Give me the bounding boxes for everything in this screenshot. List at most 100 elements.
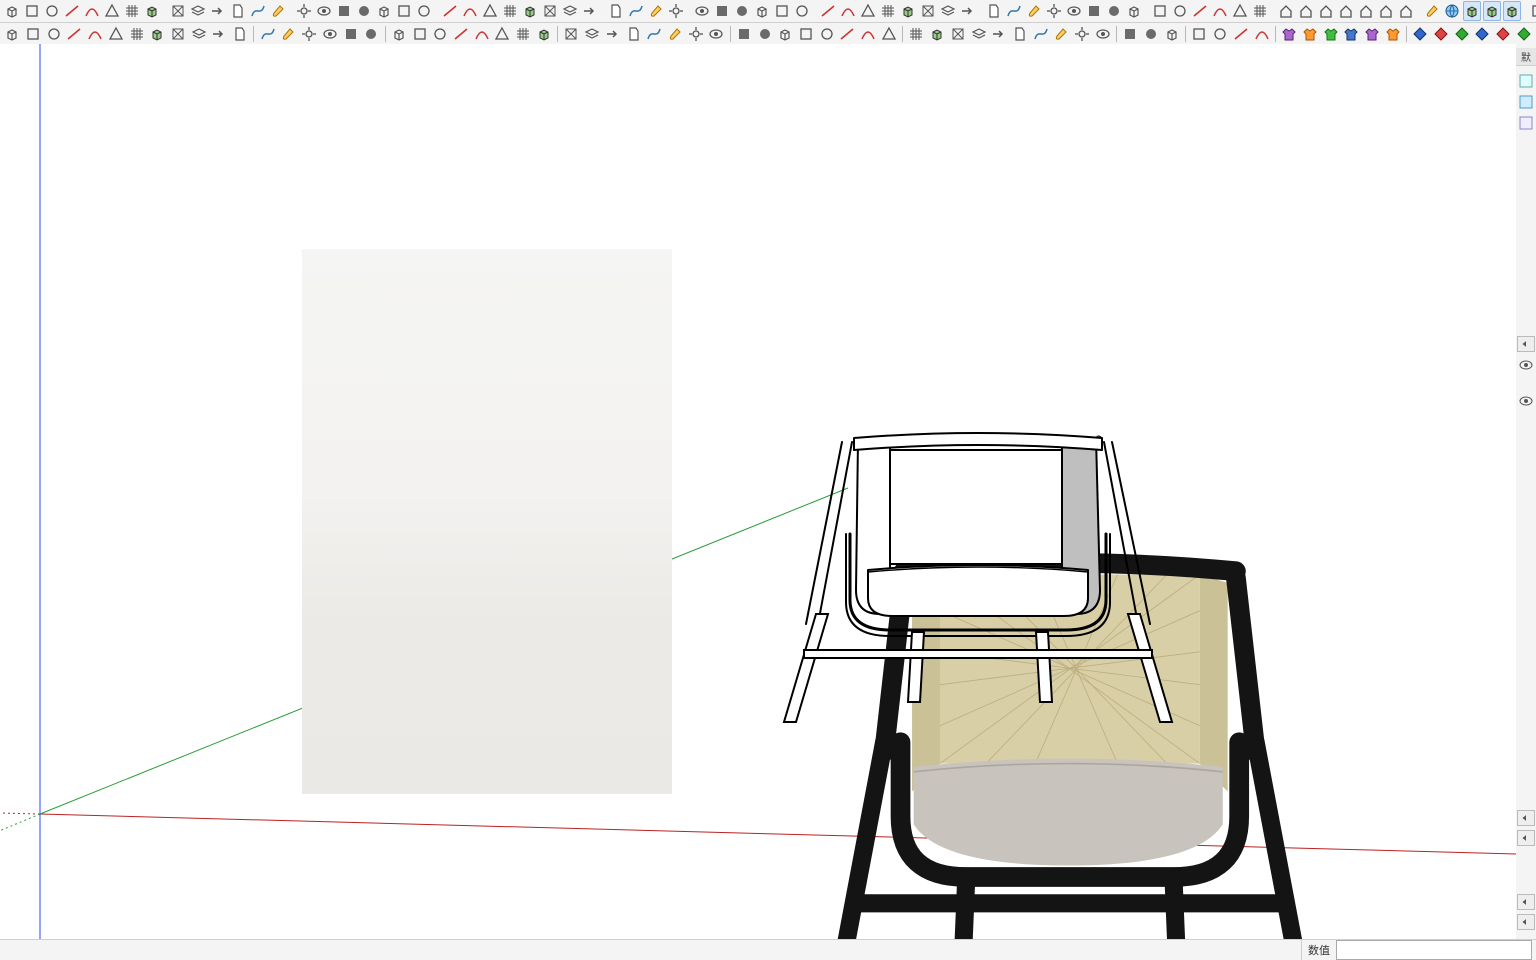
cloth-b1[interactable] — [1280, 24, 1299, 44]
line-b3[interactable] — [300, 24, 319, 44]
misc-a3[interactable] — [43, 1, 61, 21]
misc-a4[interactable] — [63, 1, 81, 21]
sect-b3[interactable] — [949, 24, 968, 44]
group-a8[interactable] — [959, 1, 977, 21]
cloth-b6[interactable] — [1383, 24, 1402, 44]
comp-a3[interactable] — [733, 1, 751, 21]
comp-a2[interactable] — [713, 1, 731, 21]
paint-a4[interactable] — [1045, 1, 1063, 21]
sect-b6[interactable] — [1011, 24, 1030, 44]
cloth-b5[interactable] — [1363, 24, 1382, 44]
layer-a3[interactable] — [1191, 1, 1209, 21]
array-a1[interactable] — [441, 1, 459, 21]
solid-a1[interactable] — [295, 1, 313, 21]
array-a7[interactable] — [561, 1, 579, 21]
layer-a5[interactable] — [1231, 1, 1249, 21]
mat-b2[interactable] — [755, 24, 774, 44]
copy-b3[interactable] — [603, 24, 622, 44]
geo-b1[interactable] — [1190, 24, 1209, 44]
tray-eye-1[interactable] — [1517, 356, 1535, 374]
cloth-b3[interactable] — [1321, 24, 1340, 44]
array-a4[interactable] — [501, 1, 519, 21]
measurement-input[interactable] — [1336, 940, 1532, 960]
view-b6[interactable] — [107, 24, 126, 44]
paint-a3[interactable] — [1025, 1, 1043, 21]
grid-a2[interactable] — [189, 1, 207, 21]
group-a2[interactable] — [839, 1, 857, 21]
style-b2[interactable] — [1142, 24, 1161, 44]
comp-a4[interactable] — [753, 1, 771, 21]
geo-b4[interactable] — [1252, 24, 1271, 44]
diamond-b6[interactable] — [1515, 24, 1534, 44]
push-b4[interactable] — [452, 24, 471, 44]
copy-b4[interactable] — [624, 24, 643, 44]
view-b12[interactable] — [231, 24, 250, 44]
layer-a2[interactable] — [1171, 1, 1189, 21]
render-a5[interactable] — [1503, 1, 1521, 21]
cloth-b4[interactable] — [1342, 24, 1361, 44]
paint-a1[interactable] — [985, 1, 1003, 21]
mirror[interactable] — [607, 1, 625, 21]
line-b1[interactable] — [258, 24, 277, 44]
push-b3[interactable] — [431, 24, 450, 44]
misc-a5[interactable] — [83, 1, 101, 21]
solid-a7[interactable] — [415, 1, 433, 21]
sect-b10[interactable] — [1093, 24, 1112, 44]
viewport[interactable] — [0, 44, 1516, 940]
push-b6[interactable] — [493, 24, 512, 44]
copy-b2[interactable] — [583, 24, 602, 44]
mat-b7[interactable] — [859, 24, 878, 44]
diamond-b1[interactable] — [1411, 24, 1430, 44]
house-a7[interactable] — [1397, 1, 1415, 21]
array-a2[interactable] — [461, 1, 479, 21]
style-b1[interactable] — [1121, 24, 1140, 44]
render-a2[interactable] — [1443, 1, 1461, 21]
view-b3[interactable] — [44, 24, 63, 44]
push-b1[interactable] — [390, 24, 409, 44]
push-b5[interactable] — [472, 24, 491, 44]
layer-a1[interactable] — [1151, 1, 1169, 21]
array-a5[interactable] — [521, 1, 539, 21]
column-tool[interactable] — [667, 1, 685, 21]
view-b11[interactable] — [210, 24, 229, 44]
tray-toggle-3[interactable] — [1517, 830, 1535, 846]
group-a5[interactable] — [899, 1, 917, 21]
mat-b8[interactable] — [880, 24, 899, 44]
house-a3[interactable] — [1317, 1, 1335, 21]
solid-a5[interactable] — [375, 1, 393, 21]
tray-toggle-5[interactable] — [1517, 914, 1535, 930]
misc-a8[interactable] — [143, 1, 161, 21]
sect-b1[interactable] — [907, 24, 926, 44]
tray-icon-2[interactable] — [1517, 93, 1535, 111]
view-b8[interactable] — [148, 24, 167, 44]
array-a8[interactable] — [581, 1, 599, 21]
diamond-b5[interactable] — [1494, 24, 1513, 44]
line-b4[interactable] — [320, 24, 339, 44]
geo-b3[interactable] — [1232, 24, 1251, 44]
sect-b7[interactable] — [1031, 24, 1050, 44]
comp-a6[interactable] — [793, 1, 811, 21]
mat-b1[interactable] — [735, 24, 754, 44]
line-b6[interactable] — [362, 24, 381, 44]
view-b10[interactable] — [189, 24, 208, 44]
paint-a8[interactable] — [1125, 1, 1143, 21]
sect-b9[interactable] — [1073, 24, 1092, 44]
view-b1[interactable] — [3, 24, 22, 44]
tray-icon-1[interactable] — [1517, 72, 1535, 90]
misc-a1[interactable] — [3, 1, 21, 21]
tray-toggle-2[interactable] — [1517, 810, 1535, 826]
misc-a6[interactable] — [103, 1, 121, 21]
push-b7[interactable] — [514, 24, 533, 44]
grid-a1[interactable] — [169, 1, 187, 21]
line-b2[interactable] — [279, 24, 298, 44]
axis-tools[interactable] — [647, 1, 665, 21]
array-a3[interactable] — [481, 1, 499, 21]
grid-a3[interactable] — [209, 1, 227, 21]
model-chair[interactable] — [0, 44, 1516, 940]
diamond-b2[interactable] — [1432, 24, 1451, 44]
line-b5[interactable] — [341, 24, 360, 44]
grid-a4[interactable] — [229, 1, 247, 21]
view-b9[interactable] — [169, 24, 188, 44]
render-a4[interactable] — [1483, 1, 1501, 21]
curve-a1[interactable] — [1529, 1, 1536, 21]
